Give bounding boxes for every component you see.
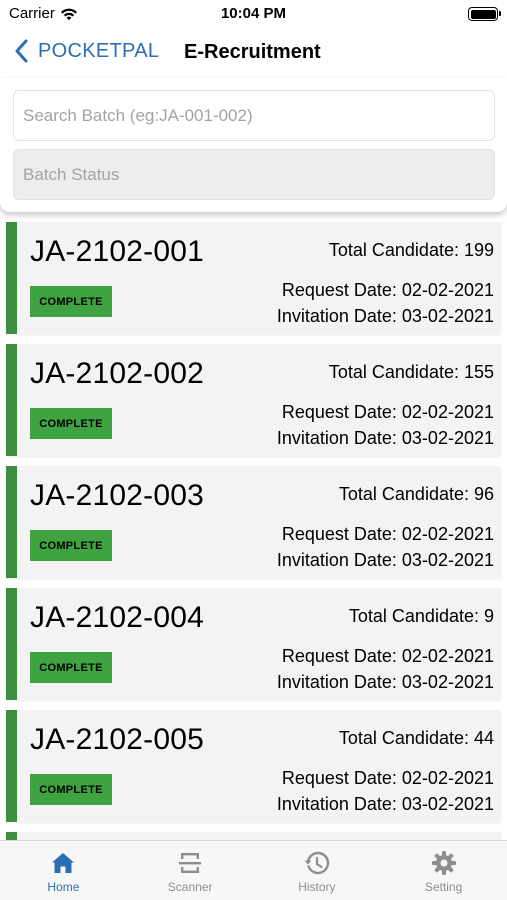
request-date: Request Date: 02-02-2021 — [281, 768, 494, 788]
status-badge: COMPLETE — [30, 286, 112, 317]
home-icon — [52, 853, 75, 873]
gear-icon — [431, 851, 456, 875]
total-candidate: Total Candidate: 199 — [328, 240, 494, 260]
batch-card-partial[interactable] — [6, 832, 501, 840]
status-badge: COMPLETE — [30, 774, 112, 805]
batch-card[interactable]: JA-2102-003 COMPLETE Total Candidate: 96… — [6, 466, 501, 578]
total-candidate: Total Candidate: 9 — [348, 606, 494, 626]
invitation-date: Invitation Date: 03-02-2021 — [276, 550, 494, 570]
page-title: E-Recruitment — [184, 41, 321, 63]
back-label: POCKETPAL — [38, 39, 160, 62]
status-bar: Carrier 10:04 PM — [0, 0, 507, 30]
history-icon — [304, 851, 330, 875]
batch-status-input[interactable] — [23, 164, 485, 185]
invitation-date: Invitation Date: 03-02-2021 — [276, 672, 494, 692]
tab-home[interactable]: Home — [0, 841, 127, 900]
tab-scanner-label: Scanner — [167, 880, 213, 894]
invitation-date: Invitation Date: 03-02-2021 — [276, 428, 494, 448]
batch-card[interactable]: JA-2102-001 COMPLETE Total Candidate: 19… — [6, 222, 501, 334]
batch-status-select[interactable] — [13, 149, 495, 200]
request-date: Request Date: 02-02-2021 — [281, 402, 494, 422]
tab-setting-label: Setting — [424, 880, 463, 894]
batch-id: JA-2102-001 — [30, 235, 204, 268]
batch-list[interactable]: JA-2102-001 COMPLETE Total Candidate: 19… — [0, 222, 507, 840]
batch-card[interactable]: JA-2102-004 COMPLETE Total Candidate: 9 … — [6, 588, 501, 700]
clock: 10:04 PM — [220, 5, 287, 22]
batch-id: JA-2102-005 — [30, 723, 204, 756]
invitation-date: Invitation Date: 03-02-2021 — [276, 794, 494, 814]
batch-card[interactable]: JA-2102-002 COMPLETE Total Candidate: 15… — [6, 344, 501, 456]
request-date: Request Date: 02-02-2021 — [281, 646, 494, 666]
request-date: Request Date: 02-02-2021 — [281, 524, 494, 544]
tab-bar: Home Scanner History Setting — [0, 840, 507, 900]
nav-header: POCKETPAL E-Recruitment — [0, 30, 507, 76]
battery-icon — [468, 7, 501, 21]
tab-scanner[interactable]: Scanner — [127, 841, 254, 900]
search-batch-input[interactable] — [23, 105, 485, 126]
tab-history[interactable]: History — [254, 841, 381, 900]
back-button[interactable]: POCKETPAL — [12, 38, 159, 64]
invitation-date: Invitation Date: 03-02-2021 — [276, 306, 494, 326]
status-badge: COMPLETE — [30, 408, 112, 439]
total-candidate: Total Candidate: 155 — [328, 362, 494, 382]
chevron-left-icon — [15, 39, 28, 63]
scanner-icon — [179, 853, 202, 873]
status-badge: COMPLETE — [30, 530, 112, 561]
request-date: Request Date: 02-02-2021 — [281, 280, 494, 300]
status-badge: COMPLETE — [30, 652, 112, 683]
search-panel — [0, 78, 507, 212]
tab-setting[interactable]: Setting — [380, 841, 507, 900]
batch-id: JA-2102-003 — [30, 479, 204, 512]
batch-id: JA-2102-004 — [30, 601, 204, 634]
batch-id: JA-2102-002 — [30, 357, 204, 390]
total-candidate: Total Candidate: 44 — [338, 728, 494, 748]
tab-home-label: Home — [47, 880, 80, 894]
batch-card[interactable]: JA-2102-005 COMPLETE Total Candidate: 44… — [6, 710, 501, 822]
total-candidate: Total Candidate: 96 — [338, 484, 494, 504]
tab-history-label: History — [298, 880, 336, 894]
search-batch-field[interactable] — [13, 90, 495, 141]
